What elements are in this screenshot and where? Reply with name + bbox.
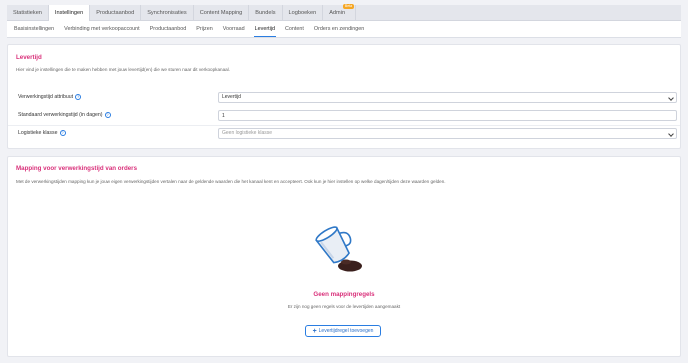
subtab-label: Verbinding met verkoopaccount xyxy=(64,26,140,32)
tab-label: Admin xyxy=(329,10,346,16)
select-placeholder: Geen logistieke klasse xyxy=(222,130,273,136)
select-value: Levertijd xyxy=(222,94,241,100)
tab-instellingen[interactable]: Instellingen xyxy=(48,5,91,22)
label-text: Verwerkingstijd attribuut xyxy=(18,94,74,100)
chevron-down-icon xyxy=(668,130,674,137)
levertijd-description: Hier vind je instellingen die te maken h… xyxy=(16,67,230,72)
subtab-orders-zendingen[interactable]: Orders en zendingen xyxy=(309,21,369,37)
tab-logboeken[interactable]: Logboeken xyxy=(283,5,324,20)
label-text: Standaard verwerkingstijd (in dagen) xyxy=(18,112,103,118)
tab-label: Content Mapping xyxy=(199,10,243,16)
main-tab-bar: Statistieken Instellingen Productaanbod … xyxy=(7,4,681,22)
subtab-label: Levertijd xyxy=(254,26,276,32)
tab-label: Productaanbod xyxy=(96,10,135,16)
verwerkingstijd-attribuut-select[interactable]: Levertijd xyxy=(218,92,677,103)
mapping-description: Met de verwerkingstijden mapping kun je … xyxy=(16,179,446,184)
plus-icon: + xyxy=(312,327,317,335)
subtab-label: Productaanbod xyxy=(149,26,187,32)
tab-bundels[interactable]: Bundels xyxy=(249,5,283,20)
subtab-prijzen[interactable]: Prijzen xyxy=(191,21,217,37)
logistieke-klasse-select[interactable]: Geen logistieke klasse xyxy=(218,128,677,139)
subtab-label: Orders en zendingen xyxy=(313,26,365,32)
standaard-verwerkingstijd-input[interactable] xyxy=(218,110,677,121)
subtab-content[interactable]: Content xyxy=(280,21,309,37)
tab-label: Statistieken xyxy=(13,10,42,16)
levertijd-title: Levertijd xyxy=(16,54,42,61)
tab-label: Instellingen xyxy=(54,10,84,16)
mapping-title: Mapping voor verwerkingstijd van orders xyxy=(16,165,138,172)
chevron-down-icon xyxy=(668,94,674,101)
help-icon[interactable]: ? xyxy=(75,94,82,100)
empty-state-title: Geen mappingregels xyxy=(313,291,375,298)
standaard-verwerkingstijd-label: Standaard verwerkingstijd (in dagen) ? xyxy=(18,112,111,118)
subtab-label: Content xyxy=(285,26,304,32)
logistieke-klasse-label: Logistieke klasse ? xyxy=(18,130,66,136)
subtab-productaanbod[interactable]: Productaanbod xyxy=(145,21,192,37)
subtab-label: Prijzen xyxy=(196,26,213,32)
tab-admin[interactable]: Admin Beta xyxy=(323,4,357,20)
empty-state-description: Er zijn nog geen regels voor de levertij… xyxy=(287,304,401,309)
tab-productaanbod[interactable]: Productaanbod xyxy=(90,5,142,20)
add-levertijdregel-button[interactable]: + Levertijdregel toevoegen xyxy=(305,325,381,337)
spilled-cup-illustration xyxy=(315,226,362,272)
tab-label: Bundels xyxy=(255,10,276,16)
tab-statistieken[interactable]: Statistieken xyxy=(7,5,49,20)
label-text: Logistieke klasse xyxy=(18,130,58,136)
help-icon[interactable]: ? xyxy=(59,130,66,136)
button-label: Levertijdregel toevoegen xyxy=(318,328,374,334)
subtab-voorraad[interactable]: Voorraad xyxy=(218,21,250,37)
subtab-basisinstellingen[interactable]: Basisinstellingen xyxy=(9,21,59,37)
divider xyxy=(8,125,680,126)
beta-badge: Beta xyxy=(342,4,355,9)
tab-content-mapping[interactable]: Content Mapping xyxy=(194,5,250,20)
settings-sub-tab-bar: Basisinstellingen Verbinding met verkoop… xyxy=(7,21,681,38)
verwerkingstijd-attribuut-label: Verwerkingstijd attribuut ? xyxy=(18,94,82,100)
tab-label: Synchronisaties xyxy=(147,10,187,16)
tab-synchronisaties[interactable]: Synchronisaties xyxy=(141,5,194,20)
subtab-label: Voorraad xyxy=(222,26,245,32)
tab-label: Logboeken xyxy=(288,10,317,16)
subtab-levertijd[interactable]: Levertijd xyxy=(250,21,280,37)
subtab-label: Basisinstellingen xyxy=(14,26,55,32)
levertijd-card: Levertijd Hier vind je instellingen die … xyxy=(7,44,681,149)
subtab-verbinding[interactable]: Verbinding met verkoopaccount xyxy=(59,21,145,37)
help-icon[interactable]: ? xyxy=(104,112,111,118)
